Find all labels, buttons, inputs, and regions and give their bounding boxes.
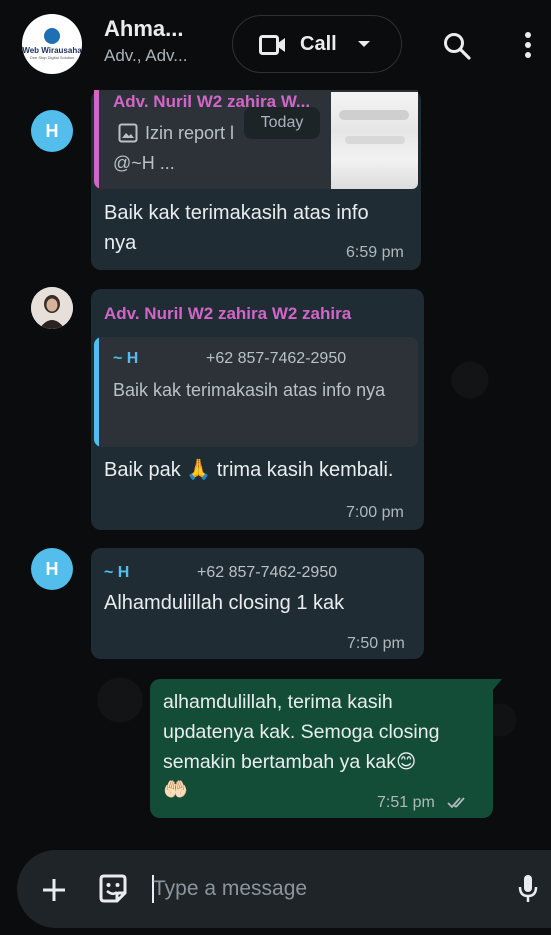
quote-sender-name: ~ H	[113, 350, 139, 367]
message-time: 7:50 pm	[347, 635, 405, 652]
quote-text: Baik kak terimakasih atas info nya	[113, 380, 386, 400]
chevron-down-icon[interactable]	[357, 40, 371, 48]
call-button[interactable]: Call	[232, 15, 402, 73]
sender-avatar-photo[interactable]	[31, 287, 73, 329]
sticker-icon[interactable]	[97, 873, 129, 905]
message-text-start: Baik pak	[104, 459, 181, 481]
person-photo-icon	[31, 287, 73, 329]
chat-header: Web Wirausaha One Stop Digital Solution …	[0, 0, 551, 90]
message-composer	[17, 850, 551, 928]
message-time: 7:00 pm	[346, 504, 404, 521]
message-bubble[interactable]: Adv. Nuril W2 zahira W2 zahira ~ H +62 8…	[91, 289, 424, 530]
date-divider: Today	[244, 107, 320, 139]
logo-mark-icon	[44, 28, 60, 44]
quote-text-line1: Izin report l	[145, 123, 235, 143]
group-avatar[interactable]: Web Wirausaha One Stop Digital Solution	[22, 14, 82, 74]
quote-text-line2: @~H ...	[113, 153, 175, 173]
logo-subtext: One Stop Digital Solution	[29, 55, 75, 60]
message-bubble[interactable]: ~ H +62 857-7462-2950 Alhamdulillah clos…	[91, 548, 424, 659]
chat-title-block[interactable]: Ahma... Adv., Adv...	[104, 16, 214, 66]
quote-sender-phone: +62 857-7462-2950	[206, 350, 347, 367]
bubble-tail	[492, 679, 502, 691]
logo-text: Web Wirausaha	[22, 46, 82, 55]
video-camera-icon	[259, 35, 285, 55]
call-label: Call	[300, 33, 337, 55]
quote-accent-bar	[94, 337, 99, 447]
message-sender: Adv. Nuril W2 zahira W2 zahira	[104, 304, 352, 323]
message-text: Alhamdulillah closing 1 kak	[104, 592, 345, 614]
message-text: alhamdulillah, terima kasih updatenya ka…	[163, 691, 440, 773]
read-double-check-icon	[447, 797, 465, 809]
more-vertical-icon[interactable]	[524, 32, 532, 58]
plus-icon[interactable]	[41, 877, 67, 903]
thumbnail-blur	[339, 110, 409, 120]
quote-accent-bar	[94, 90, 99, 189]
outgoing-message-bubble[interactable]: alhamdulillah, terima kasih updatenya ka…	[150, 679, 493, 818]
message-text-end: trima kasih kembali.	[216, 459, 394, 481]
sender-avatar[interactable]: H	[31, 548, 73, 590]
quoted-image-thumbnail[interactable]	[331, 92, 418, 189]
message-sender-phone: +62 857-7462-2950	[197, 564, 338, 581]
praying-hands-emoji: 🙏	[186, 459, 212, 481]
search-icon[interactable]	[443, 32, 471, 60]
chat-title: Ahma...	[104, 16, 184, 41]
message-input[interactable]	[153, 872, 493, 906]
quoted-message[interactable]: ~ H +62 857-7462-2950 Baik kak terimakas…	[94, 337, 418, 447]
microphone-icon[interactable]	[517, 874, 539, 904]
message-text: Baik pak 🙏 trima kasih kembali.	[104, 455, 404, 485]
image-icon	[118, 123, 138, 143]
thumbnail-blur	[345, 136, 405, 144]
sender-avatar[interactable]: H	[31, 110, 73, 152]
open-hands-emoji: 🤲🏻	[163, 779, 188, 801]
message-sender-name: ~ H	[104, 564, 130, 581]
message-time: 6:59 pm	[346, 244, 404, 261]
message-time: 7:51 pm	[377, 794, 435, 811]
chat-subtitle: Adv., Adv...	[104, 46, 188, 65]
